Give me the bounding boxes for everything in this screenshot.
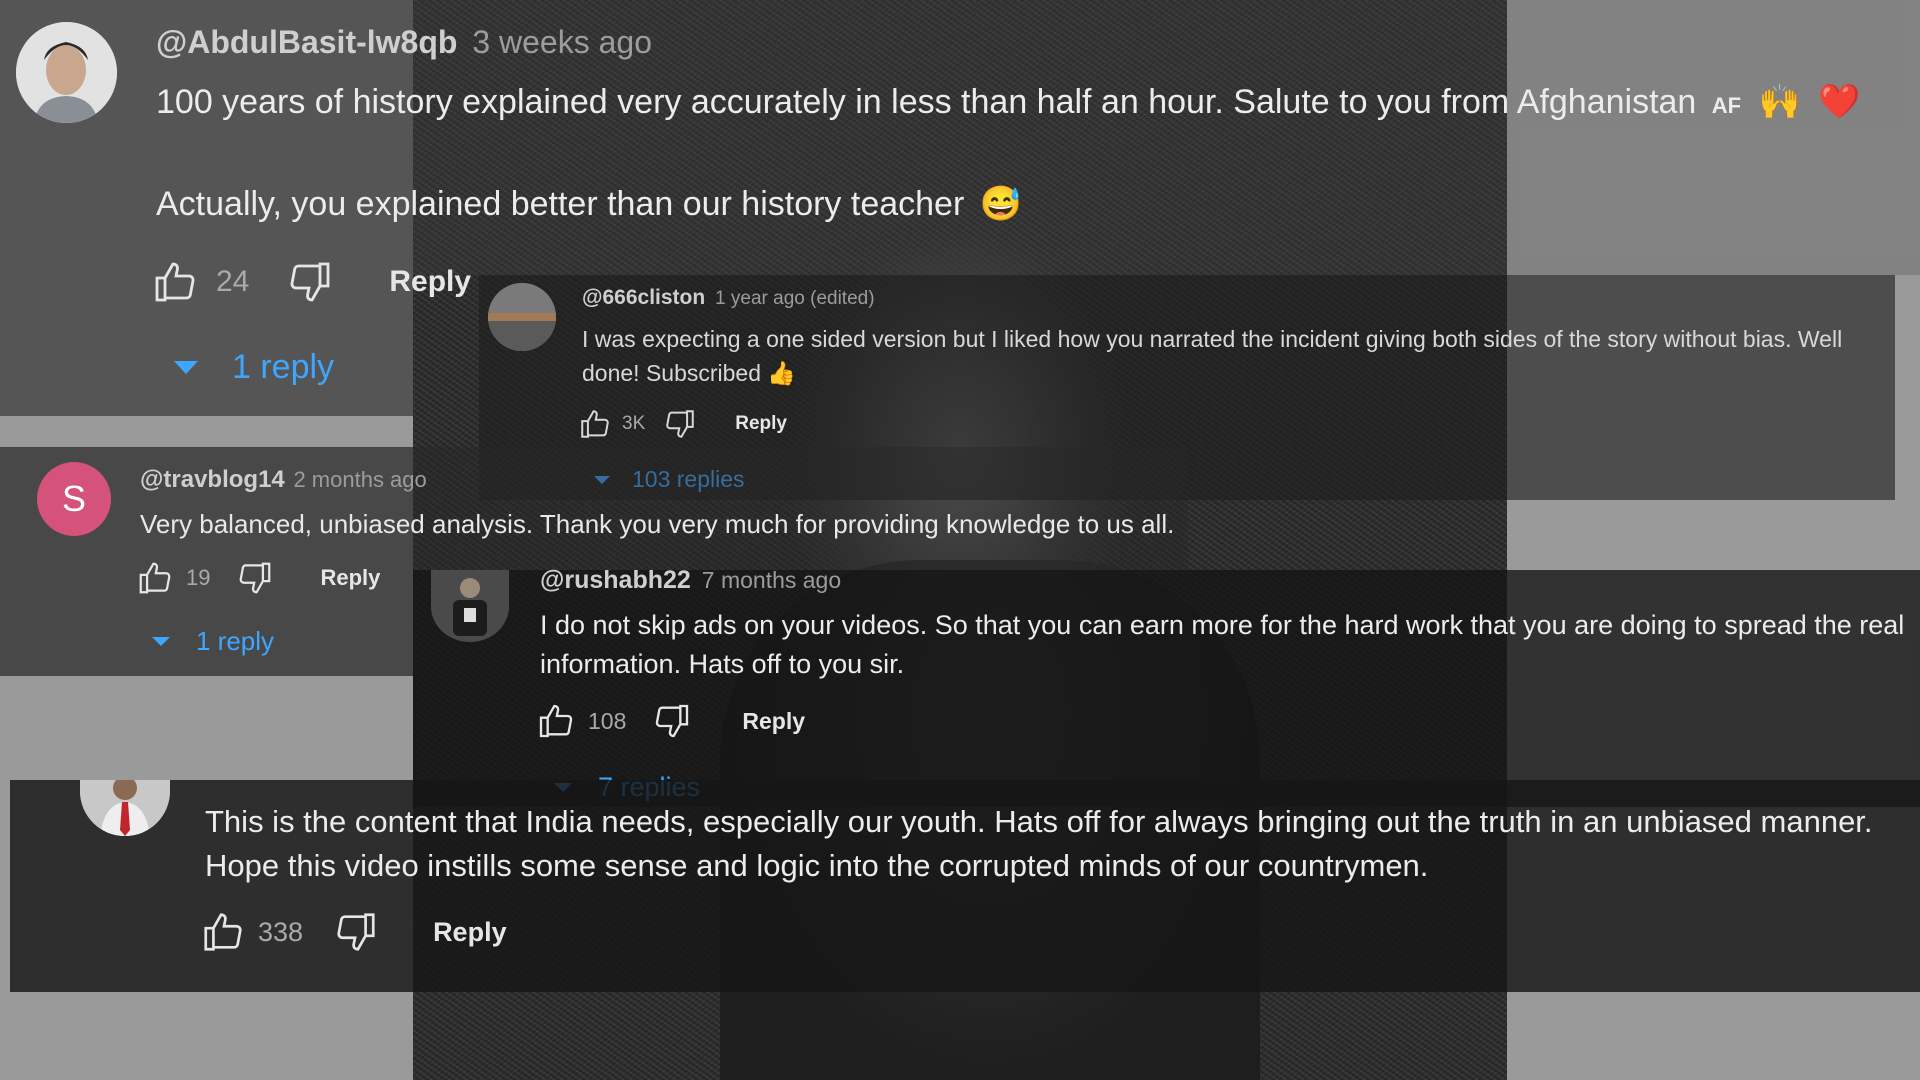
comment-time[interactable]: 3 weeks ago bbox=[472, 24, 652, 60]
comment-text: I was expecting a one sided version but … bbox=[582, 322, 1882, 390]
comment-time[interactable]: 7 months ago bbox=[702, 567, 841, 593]
like-count: 3K bbox=[622, 413, 646, 434]
comment-text-2: Actually, you explained better than our … bbox=[156, 184, 1022, 224]
avatar[interactable] bbox=[431, 570, 509, 642]
comment-header: @travblog14 2 months ago bbox=[140, 466, 427, 494]
like-count: 108 bbox=[588, 707, 627, 734]
like-icon[interactable] bbox=[136, 559, 174, 597]
replies-count: 1 reply bbox=[232, 348, 335, 386]
comment-header: @rushabh22 7 months ago bbox=[540, 566, 841, 595]
comment-time[interactable]: 2 months ago bbox=[293, 467, 426, 492]
comment-actions: 24 Reply bbox=[150, 258, 471, 306]
comment-actions: 338 Reply bbox=[200, 908, 507, 956]
expand-triangle-icon bbox=[174, 361, 198, 374]
reply-button[interactable]: Reply bbox=[320, 565, 380, 591]
comment-text-line: I do not skip ads on your videos. So tha… bbox=[540, 610, 1905, 679]
like-count: 19 bbox=[186, 565, 211, 590]
comment-author[interactable]: @666cliston bbox=[582, 286, 705, 309]
comment-text-line: This is the content that India needs, es… bbox=[205, 804, 1873, 883]
comment-author[interactable]: @AbdulBasit-lw8qb bbox=[156, 24, 457, 60]
reply-button[interactable]: Reply bbox=[735, 413, 787, 435]
dislike-icon[interactable] bbox=[663, 407, 697, 441]
reply-button[interactable]: Reply bbox=[389, 265, 471, 299]
avatar[interactable] bbox=[16, 22, 117, 123]
comment-time[interactable]: 1 year ago (edited) bbox=[715, 288, 875, 309]
replies-toggle[interactable]: 1 reply bbox=[174, 348, 334, 387]
dislike-icon[interactable] bbox=[236, 559, 274, 597]
thumbs-up-emoji: 👍 bbox=[767, 360, 797, 386]
avatar-letter: S bbox=[61, 478, 86, 519]
replies-count: 1 reply bbox=[196, 626, 275, 656]
comment-actions: 19 Reply bbox=[136, 558, 380, 598]
comment-author[interactable]: @travblog14 bbox=[140, 466, 285, 493]
raised-hands-emoji: 🙌 bbox=[1758, 83, 1801, 121]
comment-actions: 108 Reply bbox=[536, 700, 805, 742]
comment-text: 100 years of history explained very accu… bbox=[156, 82, 1861, 122]
replies-toggle[interactable]: 1 reply bbox=[152, 626, 274, 657]
heart-emoji: ❤️ bbox=[1818, 83, 1861, 121]
like-count: 24 bbox=[216, 265, 250, 298]
avatar[interactable]: S bbox=[37, 462, 111, 536]
like-count: 338 bbox=[258, 916, 304, 947]
comment-text-line: 100 years of history explained very accu… bbox=[156, 83, 1697, 121]
comment-text: Very balanced, unbiased analysis. Thank … bbox=[140, 509, 1174, 540]
like-icon[interactable] bbox=[578, 407, 612, 441]
avatar-photo-icon bbox=[16, 22, 117, 123]
comment-actions: 3K Reply bbox=[578, 406, 787, 442]
comment-text: This is the content that India needs, es… bbox=[205, 800, 1905, 888]
like-icon[interactable] bbox=[150, 258, 200, 306]
reply-button[interactable]: Reply bbox=[742, 708, 805, 735]
comment-text: I do not skip ads on your videos. So tha… bbox=[540, 606, 1910, 684]
avatar-photo-icon bbox=[431, 570, 509, 642]
expand-triangle-icon bbox=[152, 637, 170, 646]
comment-text-line: Very balanced, unbiased analysis. Thank … bbox=[140, 509, 1175, 539]
dislike-icon[interactable] bbox=[285, 258, 335, 306]
sweat-smile-emoji: 😅 bbox=[979, 185, 1023, 223]
like-icon[interactable] bbox=[200, 909, 246, 955]
like-icon[interactable] bbox=[536, 701, 576, 741]
dislike-icon[interactable] bbox=[652, 701, 692, 741]
flag-label: AF bbox=[1711, 93, 1742, 118]
comment-header: @AbdulBasit-lw8qb 3 weeks ago bbox=[156, 24, 652, 61]
avatar[interactable] bbox=[488, 283, 556, 351]
comment-text-line: Actually, you explained better than our … bbox=[156, 185, 965, 223]
comment-author[interactable]: @rushabh22 bbox=[540, 566, 691, 594]
comment-header: @666cliston 1 year ago (edited) bbox=[582, 286, 875, 310]
avatar-photo-icon bbox=[488, 283, 556, 351]
dislike-icon[interactable] bbox=[333, 909, 379, 955]
reply-button[interactable]: Reply bbox=[433, 917, 507, 948]
